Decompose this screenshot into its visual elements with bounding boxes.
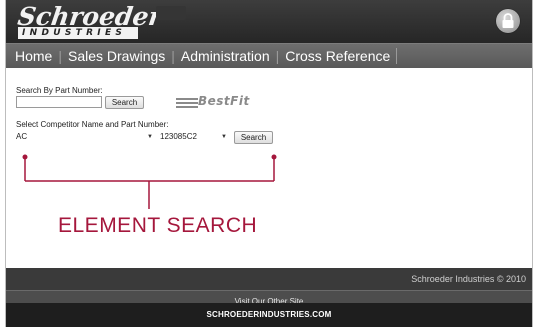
nav-separator-end <box>396 48 398 64</box>
nav-cross-reference[interactable]: Cross Reference <box>285 48 390 64</box>
nav-administration[interactable]: Administration <box>181 48 270 64</box>
schroeder-site-link[interactable]: SCHROEDERINDUSTRIES.COM <box>206 310 331 319</box>
nav-separator: | <box>58 48 62 64</box>
footer-bar: Schroeder Industries © 2010 <box>6 268 532 290</box>
site-link-bar: SCHROEDERINDUSTRIES.COM <box>6 303 532 327</box>
nav-sales-drawings[interactable]: Sales Drawings <box>68 48 165 64</box>
element-search-bracket <box>22 154 277 209</box>
schroeder-logo[interactable]: Schroeder INDUSTRIES <box>16 2 164 39</box>
other-site-bar: Visit Our Other Site <box>6 290 532 306</box>
header-bar: Schroeder INDUSTRIES <box>6 0 532 43</box>
nav-separator: | <box>275 48 280 64</box>
lock-icon[interactable] <box>496 9 520 33</box>
browser-frame: Schroeder INDUSTRIES Home | Sales Drawin… <box>5 0 533 327</box>
logo-shadow-decoration <box>156 6 186 20</box>
nav-home[interactable]: Home <box>15 48 52 64</box>
nav-separator: | <box>171 48 175 64</box>
element-search-annotation: ELEMENT SEARCH <box>58 214 258 237</box>
logo-subtitle: INDUSTRIES <box>18 27 138 39</box>
search-panel: Search By Part Number: Search BestFit Se… <box>6 68 532 268</box>
main-navigation: Home | Sales Drawings | Administration |… <box>6 43 532 68</box>
copyright-text: Schroeder Industries © 2010 <box>411 274 526 284</box>
